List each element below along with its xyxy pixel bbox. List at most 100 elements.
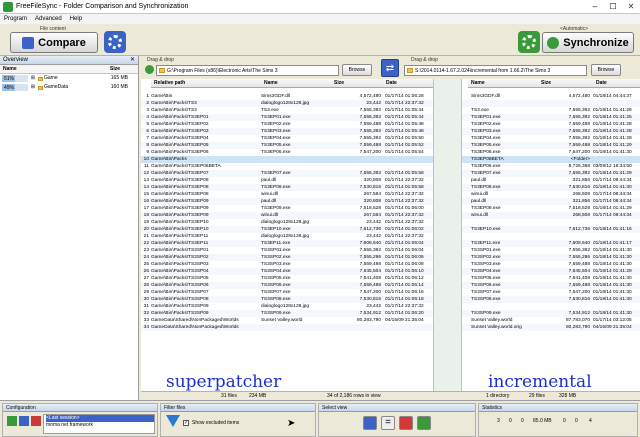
view-left-only-button[interactable]	[363, 416, 377, 430]
show-excluded-checkbox[interactable]: ✓	[183, 420, 189, 426]
col-left-name[interactable]: Name	[261, 79, 331, 88]
configuration-title: Configuration	[3, 404, 157, 412]
overview-col-name[interactable]: Name	[0, 65, 110, 73]
row-left-size: 7,559,488	[359, 143, 381, 148]
table-row[interactable]: ✓33GameData\Shared\NonPackaged\WorldsSun…	[141, 317, 640, 324]
view-different-button[interactable]	[399, 416, 413, 430]
compare-button[interactable]: Compare	[10, 32, 98, 53]
table-row[interactable]: ✓23Game\Bin\Packs\TS3SP01TS3SP01.exe7,55…	[141, 247, 640, 254]
left-browse-button[interactable]: Browse	[342, 64, 372, 76]
row-left-date: 01/17/14 22:37:32	[385, 304, 424, 309]
overview-row[interactable]: 49% ⊞ GameData 160 MB	[0, 83, 138, 92]
row-right-size: 7,530,816	[568, 297, 590, 302]
table-row[interactable]: ✓6Game\Bin\Packs\TS3EP03TS3EP03.exe7,555…	[141, 128, 640, 135]
compare-settings-button[interactable]	[104, 31, 126, 53]
table-row[interactable]: ✓26Game\Bin\Packs\TS3SP04TS3SP04.exe7,64…	[141, 268, 640, 275]
row-left-size: 7,555,296	[359, 255, 381, 260]
table-row[interactable]: ✓3Game\Bin\Packs\TS3TS3.exe7,555,39201/1…	[141, 107, 640, 114]
col-left-date[interactable]: Date	[383, 79, 433, 88]
table-row[interactable]: ✓4Game\Bin\Packs\TS3EP01TS3EP01.exe7,555…	[141, 114, 640, 121]
refresh-icon[interactable]	[145, 65, 154, 74]
row-relative-path: Game\Bin\Packs\TS3SP07	[151, 290, 209, 295]
table-row[interactable]: ✓34GameData\Shared\NonPackaged\WorldsSun…	[141, 324, 640, 331]
overview-row[interactable]: 51% ⊞ Game 165 MB	[0, 74, 138, 83]
table-row[interactable]: ✓9Game\Bin\Packs\TS3EP06TS3EP06.exe7,547…	[141, 149, 640, 156]
table-row[interactable]: ✓5Game\Bin\Packs\TS3EP02TS3EP02.exe7,559…	[141, 121, 640, 128]
overview-col-size[interactable]: Size	[110, 65, 138, 73]
table-row[interactable]: ✓18Game\Bin\Packs\TS3EP09winui.dll267,58…	[141, 212, 640, 219]
table-row[interactable]: ✓8Game\Bin\Packs\TS3EP05TS3EP05.exe7,559…	[141, 142, 640, 149]
row-right-date: 01/18/14 01:41:28	[593, 122, 632, 127]
close-icon[interactable]: ✕	[130, 56, 135, 65]
col-right-date[interactable]: Date	[593, 79, 640, 88]
table-row[interactable]: ✓32Game\Bin\Packs\TS3SP09TS3SP09.exe7,53…	[141, 310, 640, 317]
row-number: 32	[143, 311, 149, 316]
table-row[interactable]: ✓20Game\Bin\Packs\TS3EP10TS3EP10.exe7,61…	[141, 226, 640, 233]
filter-icon[interactable]	[166, 415, 180, 427]
table-row[interactable]: ✓28Game\Bin\Packs\TS3SP06TS3SP06.exe7,55…	[141, 282, 640, 289]
open-config-icon[interactable]	[19, 416, 29, 426]
expand-icon[interactable]: ⊞	[28, 74, 38, 83]
table-row[interactable]: ✓25Game\Bin\Packs\TS3SP03TS3SP03.exe7,55…	[141, 261, 640, 268]
row-left-date: 01/17/14 01:05:58	[385, 185, 424, 190]
table-row[interactable]: ✓30Game\Bin\Packs\TS3SP08TS3SP08.exe7,53…	[141, 296, 640, 303]
table-row[interactable]: ✓15Game\Bin\Packs\TS3EP08winui.dll267,58…	[141, 191, 640, 198]
swap-sides-button[interactable]: ⇄	[381, 59, 399, 77]
menu-advanced[interactable]: Advanced	[31, 16, 66, 22]
sync-settings-button[interactable]	[518, 31, 540, 53]
new-config-icon[interactable]	[7, 416, 17, 426]
table-row[interactable]: ✓14Game\Bin\Packs\TS3EP08TS3EP08.exe7,53…	[141, 184, 640, 191]
row-left-size: 267,584	[363, 213, 381, 218]
row-right-date: 01/18/14 01:41:26	[593, 108, 632, 113]
menu-help[interactable]: Help	[66, 16, 86, 22]
table-row[interactable]: ✓21Game\Bin\Packs\TS3EP11dialoglogo128x1…	[141, 233, 640, 240]
row-relative-path: Game\Bin\Packs\TS3	[151, 101, 197, 106]
table-row[interactable]: ✓10Game\Bin\PacksTS3EP06BETA<Folder>▶	[141, 156, 640, 163]
table-row[interactable]: ✓27Game\Bin\Packs\TS3SP05TS3SP05.exe7,64…	[141, 275, 640, 282]
table-row[interactable]: ✓29Game\Bin\Packs\TS3SP07TS3SP07.exe7,54…	[141, 289, 640, 296]
table-row[interactable]: ✓19Game\Bin\Packs\TS3EP10dialoglogo128x1…	[141, 219, 640, 226]
left-folder-path[interactable]: G:\Program Files (x86)\Electronic Arts\T…	[156, 65, 339, 76]
maximize-button[interactable]: ☐	[604, 0, 622, 14]
table-row[interactable]: ✓24Game\Bin\Packs\TS3SP02TS3SP02.exe7,55…	[141, 254, 640, 261]
view-equal-button[interactable]: =	[381, 416, 395, 430]
close-button[interactable]: ✕	[622, 0, 640, 14]
row-right-size: 7,555,392	[568, 171, 590, 176]
table-row[interactable]: ✓7Game\Bin\Packs\TS3EP04TS3EP04.exe7,555…	[141, 135, 640, 142]
row-left-name: TS3SP03.exe	[261, 262, 291, 267]
row-right-size: 7,608,640	[568, 241, 590, 246]
save-config-icon[interactable]	[31, 416, 41, 426]
row-left-size: 23,442	[366, 101, 381, 106]
config-item-last-session[interactable]: <Last session>	[46, 415, 154, 422]
row-left-date: 04/15/09 21:35:04	[385, 318, 424, 323]
table-row[interactable]: ✓12Game\Bin\Packs\TS3EP07TS3EP07.exe7,55…	[141, 170, 640, 177]
col-right-size[interactable]: Size	[538, 79, 593, 88]
table-row[interactable]: ✓11Game\Bin\Packs\TS3EP06BETATS3EP06.exe…	[141, 163, 640, 170]
table-row[interactable]: ✓31Game\Bin\Packs\TS3SP09dialoglogo128x1…	[141, 303, 640, 310]
config-item[interactable]: moma net framework	[46, 422, 154, 429]
menu-program[interactable]: Program	[0, 16, 31, 22]
row-left-size: 7,530,816	[359, 185, 381, 190]
row-left-size: 7,518,528	[359, 206, 381, 211]
expand-icon[interactable]: ⊞	[28, 83, 38, 92]
row-right-name: TS3SP08.exe	[471, 297, 501, 302]
row-right-date: 01/18/14 01:41:29	[593, 143, 632, 148]
row-right-name: TS3SP03.exe	[471, 262, 501, 267]
view-right-only-button[interactable]	[417, 416, 431, 430]
right-folder-path[interactable]: S:\2014.0114-1.67.2.024\incremental from…	[404, 65, 587, 76]
row-number: 19	[143, 220, 149, 225]
table-row[interactable]: ✓13Game\Bin\Packs\TS3EP08paul.dll320,808…	[141, 177, 640, 184]
right-browse-button[interactable]: Browse	[591, 64, 621, 76]
table-row[interactable]: ✓16Game\Bin\Packs\TS3EP09paul.dll320,808…	[141, 198, 640, 205]
table-row[interactable]: ✓17Game\Bin\Packs\TS3EP09TS3EP09.exe7,51…	[141, 205, 640, 212]
swap-icon: ⇄	[385, 62, 395, 74]
row-right-size: 7,547,200	[568, 290, 590, 295]
table-row[interactable]: ✓22Game\Bin\Packs\TS3EP11TS3EP11.exe7,60…	[141, 240, 640, 247]
col-left-size[interactable]: Size	[331, 79, 383, 88]
col-relative-path[interactable]: Relative path	[151, 79, 261, 88]
synchronize-button[interactable]: Synchronize	[542, 32, 634, 53]
col-right-name[interactable]: Name	[468, 79, 538, 88]
table-row[interactable]: ✓1Game\BinSims3GDF.dll4,572,48001/17/14 …	[141, 93, 640, 100]
minimize-button[interactable]: –	[586, 0, 604, 14]
table-row[interactable]: ✓2Game\Bin\Packs\TS3dialoglogo128x128.jp…	[141, 100, 640, 107]
